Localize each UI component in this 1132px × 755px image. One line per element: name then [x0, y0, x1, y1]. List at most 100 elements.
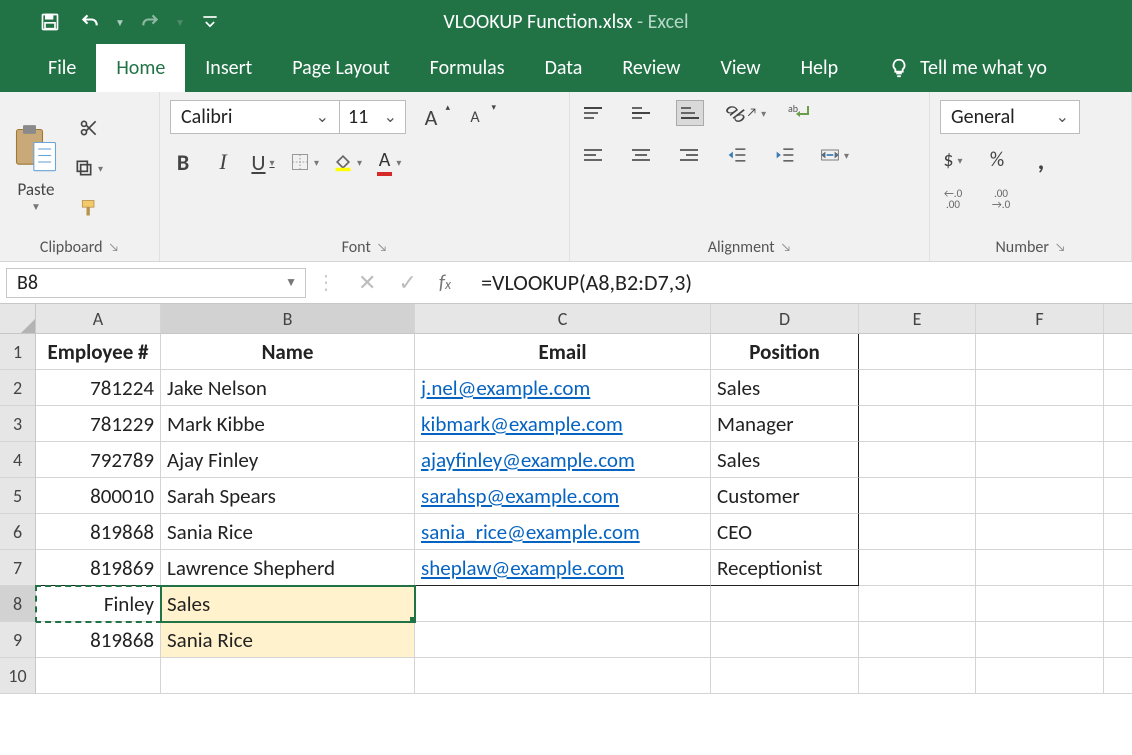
decrease-decimal-button[interactable]: .00→.0 [988, 186, 1014, 212]
tab-formulas[interactable]: Formulas [410, 44, 525, 92]
cell[interactable]: Sales [711, 370, 859, 406]
cell[interactable] [859, 478, 976, 514]
cell[interactable]: Sania Rice [161, 622, 415, 658]
cell[interactable] [976, 514, 1104, 550]
copy-button[interactable]: ▾ [74, 155, 103, 181]
cell[interactable]: 792789 [36, 442, 161, 478]
fill-color-button[interactable]: ▾ [333, 149, 362, 175]
undo-button[interactable] [70, 0, 110, 44]
cut-button[interactable] [74, 115, 103, 141]
customize-qat-button[interactable] [190, 0, 230, 44]
align-left-button[interactable] [580, 142, 606, 168]
cell[interactable] [415, 622, 711, 658]
cell[interactable] [859, 334, 976, 370]
wrap-text-button[interactable]: ab [788, 100, 814, 126]
cell[interactable] [976, 406, 1104, 442]
clipboard-launcher[interactable]: ↘ [108, 241, 119, 255]
cell[interactable] [1104, 586, 1132, 622]
merge-center-button[interactable]: ▾ [820, 142, 849, 168]
redo-button[interactable] [130, 0, 170, 44]
cell[interactable]: 819869 [36, 550, 161, 586]
cell[interactable]: Manager [711, 406, 859, 442]
cell[interactable]: Customer [711, 478, 859, 514]
font-size-select[interactable]: 11⌄ [340, 100, 406, 134]
cell[interactable] [415, 586, 711, 622]
cell[interactable] [859, 514, 976, 550]
row-head-5[interactable]: 5 [0, 478, 36, 514]
save-button[interactable] [30, 0, 70, 44]
cell[interactable] [859, 622, 976, 658]
paste-button[interactable]: Paste ▼ [10, 123, 62, 213]
cell[interactable]: Lawrence Shepherd [161, 550, 415, 586]
currency-button[interactable]: $▾ [940, 147, 966, 173]
cell[interactable]: 781224 [36, 370, 161, 406]
fill-handle[interactable] [410, 617, 415, 622]
col-head-a[interactable]: A [36, 304, 161, 334]
italic-button[interactable]: I [210, 149, 236, 175]
row-head-7[interactable]: 7 [0, 550, 36, 586]
number-format-select[interactable]: General⌄ [940, 100, 1080, 134]
row-head-4[interactable]: 4 [0, 442, 36, 478]
increase-decimal-button[interactable]: ←.0.00 [940, 186, 966, 212]
cell[interactable]: Sania Rice [161, 514, 415, 550]
cell[interactable]: Receptionist [711, 550, 859, 586]
cell[interactable]: Name [161, 334, 415, 370]
cell[interactable] [1104, 550, 1132, 586]
cell[interactable]: Email [415, 334, 711, 370]
cell[interactable] [161, 658, 415, 694]
cell[interactable] [711, 622, 859, 658]
col-head-e[interactable]: E [859, 304, 976, 334]
tab-review[interactable]: Review [602, 44, 700, 92]
cell[interactable]: Ajay Finley [161, 442, 415, 478]
cell[interactable] [976, 370, 1104, 406]
paste-dropdown[interactable]: ▼ [10, 200, 62, 213]
row-head-6[interactable]: 6 [0, 514, 36, 550]
cell[interactable] [859, 406, 976, 442]
cell[interactable] [976, 622, 1104, 658]
cell[interactable]: CEO [711, 514, 859, 550]
cell[interactable] [859, 370, 976, 406]
cell[interactable] [976, 550, 1104, 586]
col-head-f[interactable]: F [976, 304, 1104, 334]
font-color-button[interactable]: A▾ [376, 148, 402, 176]
undo-dropdown[interactable]: ▼ [110, 0, 130, 44]
cell[interactable]: sheplaw@example.com [415, 550, 711, 586]
cell[interactable] [859, 586, 976, 622]
orientation-button[interactable]: ab↗▾ [726, 100, 766, 126]
cell[interactable]: 800010 [36, 478, 161, 514]
cell[interactable]: Employee # [36, 334, 161, 370]
tab-data[interactable]: Data [525, 44, 603, 92]
tab-page-layout[interactable]: Page Layout [272, 44, 409, 92]
formula-input[interactable]: =VLOOKUP(A8,B2:D7,3) [469, 269, 692, 296]
cell[interactable] [1104, 478, 1132, 514]
col-head-g[interactable] [1104, 304, 1132, 334]
underline-button[interactable]: U▾ [250, 149, 276, 176]
cell[interactable] [976, 658, 1104, 694]
cell[interactable]: Sarah Spears [161, 478, 415, 514]
confirm-formula-button[interactable]: ✓ [398, 269, 416, 296]
cell[interactable] [859, 550, 976, 586]
cell[interactable] [976, 334, 1104, 370]
cell[interactable]: Jake Nelson [161, 370, 415, 406]
cell[interactable]: j.nel@example.com [415, 370, 711, 406]
row-head-10[interactable]: 10 [0, 658, 36, 694]
grow-font-button[interactable]: A▴ [418, 104, 444, 131]
row-head-9[interactable]: 9 [0, 622, 36, 658]
tab-file[interactable]: File [28, 44, 96, 92]
align-top-button[interactable] [580, 100, 606, 126]
tab-help[interactable]: Help [781, 44, 859, 92]
cell[interactable] [1104, 514, 1132, 550]
cell[interactable] [1104, 406, 1132, 442]
cell[interactable]: Mark Kibbe [161, 406, 415, 442]
cell[interactable] [1104, 658, 1132, 694]
cell[interactable]: sania_rice@example.com [415, 514, 711, 550]
comma-button[interactable]: , [1028, 144, 1054, 176]
cell[interactable]: ajayfinley@example.com [415, 442, 711, 478]
cell[interactable]: Sales [711, 442, 859, 478]
cell[interactable] [976, 586, 1104, 622]
col-head-c[interactable]: C [415, 304, 711, 334]
cell[interactable]: 781229 [36, 406, 161, 442]
shrink-font-button[interactable]: A▾ [462, 104, 488, 130]
cell[interactable] [711, 658, 859, 694]
decrease-indent-button[interactable] [724, 142, 750, 168]
